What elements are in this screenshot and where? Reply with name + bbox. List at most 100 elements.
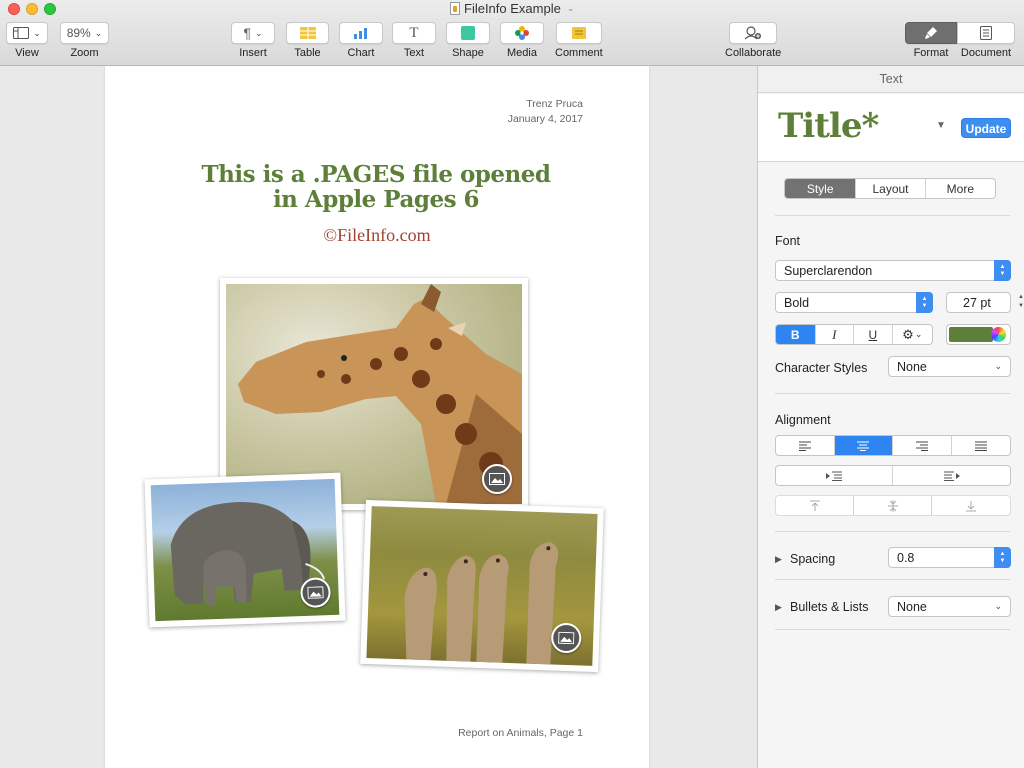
text-control[interactable]: T Text [392, 22, 436, 59]
align-top-icon [809, 500, 820, 511]
page-title[interactable]: This is a .PAGES file opened in Apple Pa… [145, 162, 607, 212]
insert-button[interactable]: ¶ ⌄ [231, 22, 275, 44]
page-author[interactable]: Trenz Pruca [526, 98, 583, 110]
bullets-lists-label[interactable]: Bullets & Lists [790, 600, 869, 614]
minimize-window-button[interactable] [26, 3, 38, 15]
chevron-down-icon: ⌄ [914, 329, 923, 339]
format-button[interactable] [905, 22, 957, 44]
page-date[interactable]: January 4, 2017 [508, 113, 583, 125]
media-button[interactable] [500, 22, 544, 44]
triangle-down-icon[interactable]: ▼ [936, 120, 946, 131]
giraffe-image [226, 284, 522, 504]
up-down-arrows-icon: ▲ ▼ [994, 260, 1011, 281]
align-center-button[interactable] [834, 436, 893, 455]
update-style-button[interactable]: Update [961, 118, 1011, 138]
table-icon [299, 27, 316, 39]
text-box-button[interactable]: T [392, 22, 436, 44]
italic-button[interactable]: I [816, 325, 855, 344]
chart-control[interactable]: Chart [339, 22, 383, 59]
tab-more[interactable]: More [926, 179, 995, 198]
paragraph-style-name[interactable]: Title* [778, 106, 879, 146]
document-page[interactable]: Trenz Pruca January 4, 2017 This is a .P… [105, 66, 649, 768]
document-icon [980, 26, 992, 40]
insert-control[interactable]: ¶ ⌄ Insert [231, 22, 275, 59]
zoom-value: 89% [66, 26, 91, 40]
tab-style[interactable]: Style [785, 179, 857, 198]
disclosure-triangle-icon[interactable]: ▶ [775, 602, 782, 613]
color-wheel-icon[interactable] [991, 327, 1006, 342]
increase-indent-icon [943, 471, 960, 481]
divider [775, 393, 1010, 394]
comment-control[interactable]: Comment [555, 22, 603, 59]
character-styles-label: Character Styles [775, 361, 868, 375]
text-color-well[interactable] [946, 324, 1011, 345]
stepper-icon[interactable]: ▲ ▼ [1018, 293, 1024, 311]
table-label: Table [294, 47, 321, 59]
tab-layout[interactable]: Layout [856, 179, 926, 198]
giraffe-drawing [238, 284, 522, 504]
document-label: Document [960, 47, 1012, 59]
format-control[interactable]: Format [905, 22, 957, 59]
table-control[interactable]: Table [286, 22, 329, 59]
window-title[interactable]: FileInfo Example ⌄ [450, 1, 574, 16]
view-button[interactable]: ⌄ [6, 22, 48, 44]
align-bottom-button[interactable] [932, 496, 1010, 515]
sidebar-view-icon [13, 27, 30, 39]
page-title-line-2: in Apple Pages 6 [272, 186, 480, 213]
collaborate-button[interactable] [729, 22, 778, 44]
divider [775, 531, 1010, 532]
align-left-button[interactable] [776, 436, 835, 455]
document-button[interactable] [957, 22, 1015, 44]
inspector-header: Text [758, 66, 1024, 93]
view-control[interactable]: ⌄ View [6, 22, 48, 59]
shape-button[interactable] [446, 22, 490, 44]
zoom-popup[interactable]: 89% ⌄ [60, 22, 109, 44]
chevron-down-icon: ⌄ [994, 361, 1002, 371]
disclosure-triangle-icon[interactable]: ▶ [775, 554, 782, 565]
collaborate-control[interactable]: Collaborate [725, 22, 781, 59]
table-button[interactable] [286, 22, 329, 44]
decrease-indent-button[interactable] [776, 466, 893, 485]
document-canvas[interactable]: Trenz Pruca January 4, 2017 This is a .P… [0, 66, 757, 768]
comment-button[interactable] [555, 22, 602, 44]
font-size-field[interactable]: 27 pt ▲ ▼ [946, 292, 1024, 313]
page-footer[interactable]: Report on Animals, Page 1 [458, 727, 583, 739]
zoom-control[interactable]: 89% ⌄ Zoom [60, 22, 109, 59]
shape-control[interactable]: Shape [446, 22, 490, 59]
paintbrush-icon [925, 27, 937, 39]
align-right-button[interactable] [893, 436, 952, 455]
underline-button[interactable]: U [854, 325, 893, 344]
typeface-value: Bold [784, 295, 810, 310]
shape-label: Shape [452, 47, 484, 59]
typeface-popup[interactable]: Bold ▲ ▼ [775, 292, 933, 313]
font-family-popup[interactable]: Superclarendon ▲ ▼ [775, 260, 1011, 281]
bullets-lists-popup[interactable]: None ⌄ [888, 596, 1011, 617]
document-control[interactable]: Document [957, 22, 1015, 59]
spacing-popup[interactable]: 0.8 ▲ ▼ [888, 547, 1011, 568]
zoom-window-button[interactable] [44, 3, 56, 15]
align-top-button[interactable] [776, 496, 855, 515]
align-middle-button[interactable] [854, 496, 932, 515]
align-right-icon [915, 441, 928, 451]
meerkats-photo[interactable] [360, 499, 604, 673]
up-down-arrows-icon: ▲ ▼ [916, 292, 933, 313]
meerkats-image [366, 506, 598, 666]
text-icon: T [409, 24, 419, 41]
image-placeholder-icon[interactable] [482, 464, 512, 494]
elephants-photo[interactable] [144, 472, 346, 628]
spacing-label[interactable]: Spacing [790, 552, 835, 566]
font-family-value: Superclarendon [784, 263, 873, 278]
chevron-down-icon: ⌄ [33, 27, 41, 38]
chart-button[interactable] [339, 22, 383, 44]
media-control[interactable]: Media [500, 22, 544, 59]
increase-indent-button[interactable] [893, 466, 1010, 485]
justify-button[interactable] [952, 436, 1011, 455]
text-options-button[interactable]: ⚙ ⌄ [893, 325, 932, 344]
close-window-button[interactable] [8, 3, 20, 15]
bold-button[interactable]: B [776, 325, 816, 344]
font-style-buttons: B I U ⚙ ⌄ [775, 324, 933, 345]
paragraph-style-panel: Title* ▼ Update [758, 94, 1024, 162]
chart-icon [354, 28, 367, 39]
character-styles-popup[interactable]: None ⌄ [888, 356, 1011, 377]
page-credit[interactable]: ©FileInfo.com [105, 225, 649, 246]
